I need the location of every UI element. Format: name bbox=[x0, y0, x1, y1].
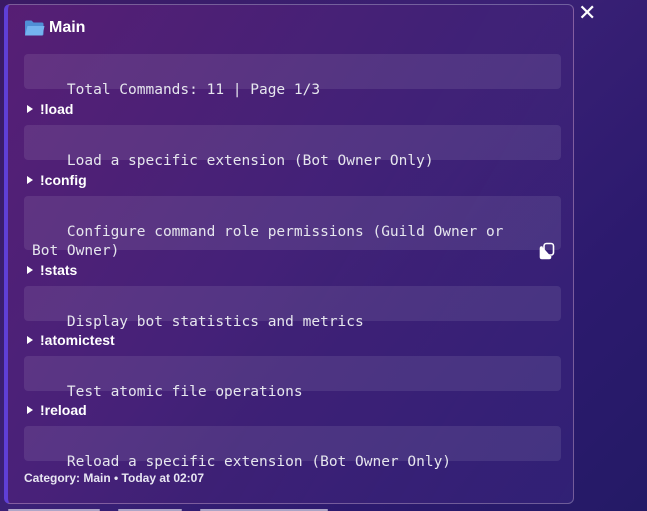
field-name-text: !config bbox=[40, 172, 87, 188]
folder-icon bbox=[24, 19, 45, 37]
field-value-reload: Reload a specific extension (Bot Owner O… bbox=[24, 426, 561, 470]
copy-icon[interactable] bbox=[539, 204, 555, 260]
field-name-text: !atomictest bbox=[40, 332, 115, 348]
field-name-config: !config bbox=[27, 172, 87, 188]
field-name-atomictest: !atomictest bbox=[27, 332, 115, 348]
field-value-text: Reload a specific extension (Bot Owner O… bbox=[66, 454, 452, 470]
field-value-stats: Display bot statistics and metrics bbox=[24, 286, 561, 330]
triangle-bullet-icon bbox=[27, 176, 33, 184]
field-value-load: Load a specific extension (Bot Owner Onl… bbox=[24, 125, 561, 169]
triangle-bullet-icon bbox=[27, 266, 33, 274]
triangle-bullet-icon bbox=[27, 105, 33, 113]
field-value-text: Load a specific extension (Bot Owner Onl… bbox=[66, 153, 434, 169]
triangle-bullet-icon bbox=[27, 336, 33, 344]
triangle-bullet-icon bbox=[27, 406, 33, 414]
field-name-text: !stats bbox=[40, 262, 78, 278]
field-name-load: !load bbox=[27, 101, 73, 117]
field-value-text: Display bot statistics and metrics bbox=[66, 314, 364, 330]
field-name-text: !reload bbox=[40, 402, 87, 418]
field-value-text: Test atomic file operations bbox=[66, 384, 303, 400]
field-value-config: Configure command role permissions (Guil… bbox=[24, 196, 561, 260]
summary-codeblock: Total Commands: 11 | Page 1/3 bbox=[24, 54, 561, 98]
summary-text: Total Commands: 11 | Page 1/3 bbox=[66, 82, 321, 98]
field-name-stats: !stats bbox=[27, 262, 77, 278]
field-name-text: !load bbox=[40, 101, 74, 117]
embed-title: Main bbox=[24, 19, 85, 37]
help-embed: Main Total Commands: 11 | Page 1/3 !load… bbox=[4, 4, 574, 504]
close-icon[interactable]: ✕ bbox=[578, 2, 596, 24]
embed-title-text: Main bbox=[49, 19, 86, 36]
field-value-atomictest: Test atomic file operations bbox=[24, 356, 561, 400]
embed-footer: Category: Main • Today at 02:07 bbox=[24, 471, 205, 485]
field-name-reload: !reload bbox=[27, 402, 87, 418]
field-value-text: Configure command role permissions (Guil… bbox=[32, 224, 513, 259]
